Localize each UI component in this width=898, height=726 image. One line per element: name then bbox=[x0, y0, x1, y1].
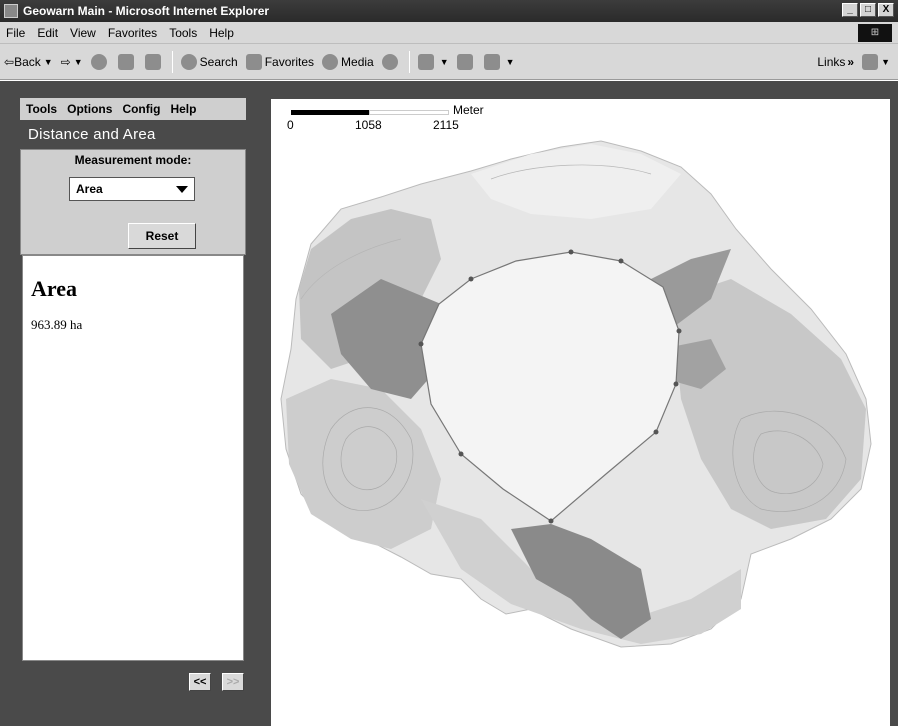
map-view[interactable]: Meter 0 1058 2115 bbox=[271, 99, 890, 726]
page-content: Tools Options Config Help Distance and A… bbox=[0, 81, 898, 726]
vertex-marker[interactable] bbox=[548, 518, 554, 524]
menu-favorites[interactable]: Favorites bbox=[108, 26, 157, 40]
menu-help[interactable]: Help bbox=[209, 26, 234, 40]
panel-menu-config[interactable]: Config bbox=[122, 102, 160, 116]
links-label[interactable]: Links bbox=[817, 55, 845, 69]
browser-toolbar: ⇦ Back ▼ ⇨ ▼ Search Favorites Media ▼ ▼ … bbox=[0, 44, 898, 80]
previous-button[interactable]: << bbox=[189, 673, 211, 691]
refresh-button[interactable] bbox=[117, 53, 137, 70]
messenger-dropdown-icon[interactable]: ▼ bbox=[881, 57, 890, 67]
mail-button[interactable]: ▼ bbox=[417, 53, 449, 70]
browser-menubar: File Edit View Favorites Tools Help ⊞ bbox=[0, 22, 898, 44]
ie-icon bbox=[4, 4, 18, 18]
media-label: Media bbox=[341, 54, 374, 69]
back-button[interactable]: ⇦ Back ▼ bbox=[4, 55, 53, 69]
back-arrow-icon: ⇦ bbox=[4, 54, 15, 69]
result-title: Area bbox=[31, 276, 78, 301]
vertex-marker[interactable] bbox=[568, 249, 574, 255]
mail-icon bbox=[417, 53, 434, 70]
print-icon bbox=[456, 53, 473, 70]
links-chevron-icon[interactable]: » bbox=[847, 55, 854, 69]
measurement-mode-value: Area bbox=[76, 182, 103, 196]
maximize-button[interactable]: □ bbox=[860, 3, 876, 17]
next-button[interactable]: >> bbox=[222, 673, 244, 691]
window-title: Geowarn Main - Microsoft Internet Explor… bbox=[23, 4, 270, 18]
panel-menubar: Tools Options Config Help bbox=[20, 98, 246, 120]
back-dropdown-icon[interactable]: ▼ bbox=[44, 57, 53, 67]
media-icon bbox=[322, 53, 339, 70]
media-button[interactable]: Media bbox=[322, 53, 374, 70]
panel-menu-tools[interactable]: Tools bbox=[26, 102, 57, 116]
search-button[interactable]: Search bbox=[180, 53, 238, 70]
toolbar-separator bbox=[408, 50, 410, 73]
vertex-marker[interactable] bbox=[618, 258, 624, 264]
edit-icon bbox=[483, 53, 500, 70]
vertex-marker[interactable] bbox=[418, 341, 424, 347]
panel-menu-options[interactable]: Options bbox=[67, 102, 112, 116]
print-button[interactable] bbox=[456, 53, 476, 70]
result-value: 963.89 ha bbox=[31, 317, 83, 332]
history-icon bbox=[381, 53, 398, 70]
toolbar-separator bbox=[171, 50, 173, 73]
favorites-label: Favorites bbox=[264, 54, 315, 69]
edit-button[interactable]: ▼ bbox=[483, 53, 515, 70]
chevron-down-icon bbox=[176, 186, 188, 193]
panel-title: Distance and Area bbox=[28, 126, 156, 143]
search-label: Search bbox=[199, 54, 238, 69]
menu-tools[interactable]: Tools bbox=[169, 26, 197, 40]
edit-dropdown-icon[interactable]: ▼ bbox=[506, 57, 515, 67]
measurement-mode-select[interactable]: Area bbox=[69, 177, 195, 201]
windows-logo-icon: ⊞ bbox=[858, 24, 892, 42]
mail-dropdown-icon[interactable]: ▼ bbox=[440, 57, 449, 67]
forward-button[interactable]: ⇨ ▼ bbox=[61, 55, 83, 69]
close-button[interactable]: X bbox=[878, 3, 894, 17]
result-box: Area 963.89 ha bbox=[22, 255, 244, 661]
refresh-icon bbox=[117, 53, 134, 70]
vertex-marker[interactable] bbox=[673, 381, 679, 387]
vertex-marker[interactable] bbox=[468, 276, 474, 282]
favorites-icon bbox=[245, 53, 262, 70]
menu-file[interactable]: File bbox=[6, 26, 25, 40]
panel-menu-help[interactable]: Help bbox=[170, 102, 196, 116]
measurement-mode-label: Measurement mode: bbox=[74, 153, 192, 167]
vertex-marker[interactable] bbox=[458, 451, 464, 457]
messenger-icon[interactable] bbox=[862, 54, 879, 70]
stop-button[interactable] bbox=[90, 53, 110, 70]
menu-view[interactable]: View bbox=[70, 26, 96, 40]
vertex-marker[interactable] bbox=[653, 429, 659, 435]
forward-dropdown-icon[interactable]: ▼ bbox=[74, 57, 83, 67]
window-titlebar: Geowarn Main - Microsoft Internet Explor… bbox=[0, 0, 898, 22]
home-icon bbox=[144, 53, 161, 70]
minimize-button[interactable]: _ bbox=[842, 3, 858, 17]
stop-icon bbox=[90, 53, 107, 70]
map-canvas[interactable] bbox=[271, 99, 890, 726]
back-label: Back bbox=[14, 54, 41, 69]
links-bar[interactable]: Links » ▼ bbox=[817, 54, 890, 70]
history-button[interactable] bbox=[381, 53, 401, 70]
measurement-mode-box: Measurement mode: Area Reset bbox=[20, 149, 246, 255]
favorites-button[interactable]: Favorites bbox=[245, 53, 315, 70]
reset-button[interactable]: Reset bbox=[128, 223, 196, 249]
menu-edit[interactable]: Edit bbox=[37, 26, 58, 40]
vertex-marker[interactable] bbox=[676, 328, 682, 334]
forward-arrow-icon: ⇨ bbox=[60, 54, 71, 69]
search-icon bbox=[180, 53, 197, 70]
home-button[interactable] bbox=[144, 53, 164, 70]
